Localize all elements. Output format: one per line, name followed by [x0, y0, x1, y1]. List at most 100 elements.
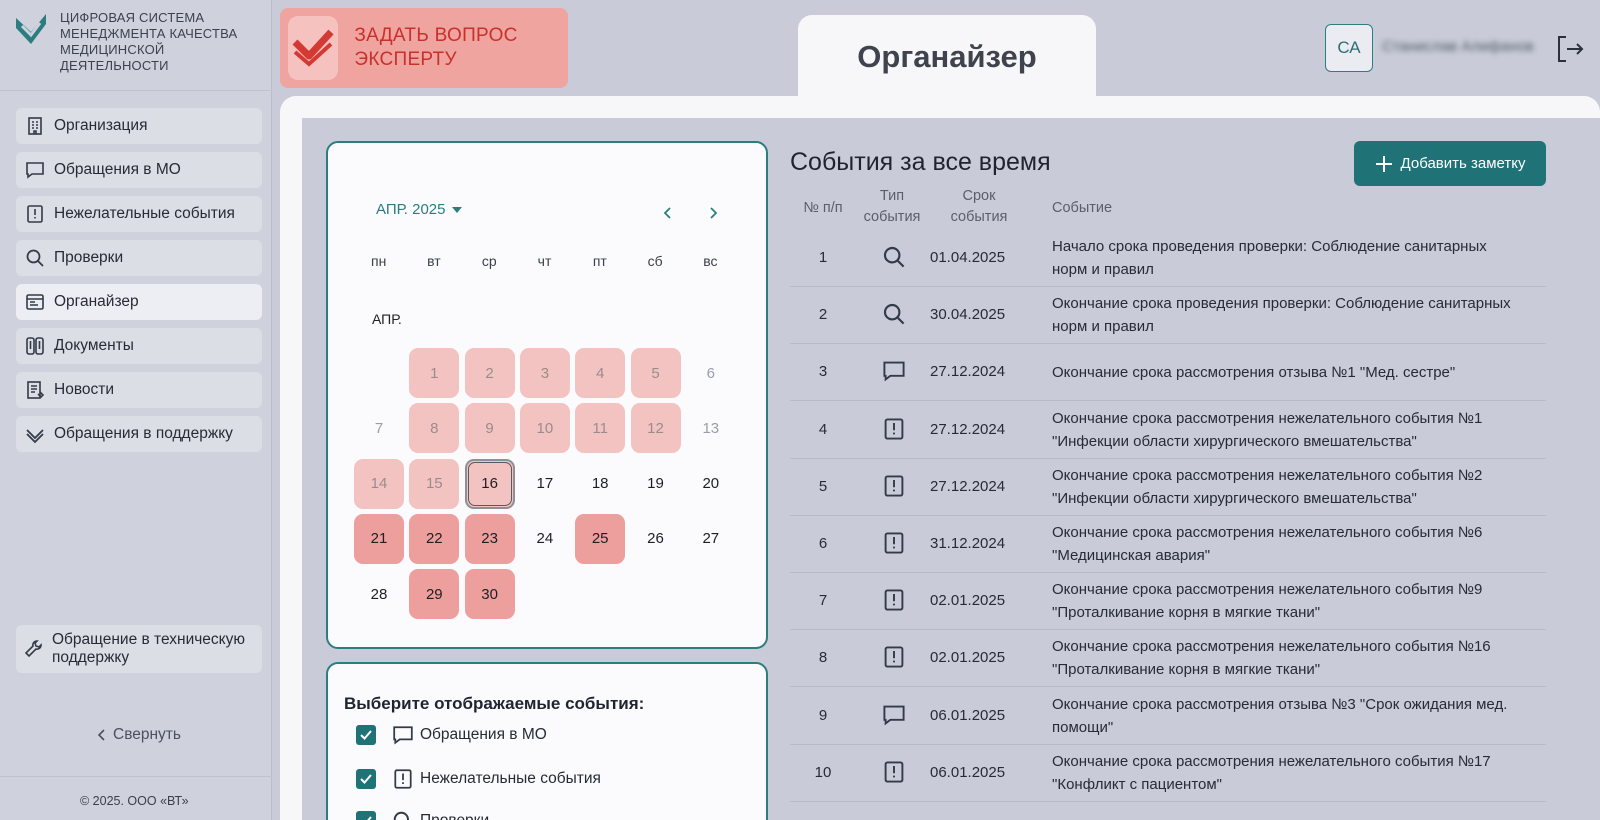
weekdays-row: пн вт ср чт пт сб вс: [351, 253, 738, 269]
calendar-day[interactable]: 8: [409, 403, 460, 454]
calendar-day[interactable]: 30: [464, 569, 515, 620]
prev-month-button[interactable]: [656, 201, 680, 225]
sidebar-item-label: Документы: [54, 337, 134, 354]
search-icon: [882, 245, 906, 269]
calendar-day[interactable]: 14: [354, 458, 404, 509]
next-month-button[interactable]: [701, 201, 725, 225]
column-header-event: Событие: [1052, 200, 1113, 216]
table-row[interactable]: 2 30.04.2025 Окончание срока проведения пр…: [790, 287, 1546, 345]
table-row[interactable]: 7 02.01.2025 Окончание срока рассмотрения …: [790, 573, 1546, 631]
calendar-day[interactable]: 10: [519, 403, 570, 454]
column-header-number: № п/п: [803, 200, 843, 216]
page-title: Органайзер: [798, 15, 1096, 99]
search-icon: [24, 247, 46, 269]
events-title: События за все время: [790, 148, 1051, 176]
table-row[interactable]: 8 02.01.2025 Окончание срока рассмотрения …: [790, 630, 1546, 688]
user-name[interactable]: Станислав Алифанов: [1382, 38, 1534, 55]
calendar-day[interactable]: 7: [354, 403, 404, 453]
chat-icon: [882, 359, 906, 383]
row-number: 4: [818, 420, 828, 438]
calendar-day[interactable]: 6: [686, 348, 736, 398]
row-event-text: Окончание срока рассмотрения нежелательн…: [1052, 752, 1491, 793]
table-row[interactable]: 3 27.12.2024 Окончание срока рассмотрения …: [790, 344, 1546, 402]
calendar-day[interactable]: 22: [409, 513, 460, 564]
ask-expert-button[interactable]: Задать вопрос эксперту: [280, 8, 568, 88]
sidebar-item-documents[interactable]: Документы: [16, 328, 262, 364]
calendar-day[interactable]: 27: [686, 514, 736, 564]
collapse-button[interactable]: Свернуть: [95, 726, 181, 744]
sidebar-item-inspections[interactable]: Проверки: [16, 240, 262, 276]
sidebar: Цифровая система менеджмента качества ме…: [0, 0, 272, 820]
search-icon: [882, 302, 906, 326]
calendar-day[interactable]: 15: [409, 458, 460, 509]
calendar-day[interactable]: 5: [630, 348, 681, 398]
calendar-day[interactable]: 17: [520, 459, 570, 509]
calendar-day[interactable]: 4: [575, 348, 626, 398]
table-row[interactable]: 10 06.01.2025 Окончание срока рассмотрения…: [790, 745, 1546, 802]
calendar-day[interactable]: 13: [686, 403, 736, 453]
table-row[interactable]: 9 06.01.2025 Окончание срока рассмотрения …: [790, 688, 1546, 745]
filter-option-adverse-events[interactable]: Нежелательные события: [356, 768, 601, 790]
calendar: АПР. 2025 пн вт ср чт пт сб вс АПР. 1234…: [326, 141, 768, 649]
calendar-day[interactable]: 9: [464, 403, 515, 454]
wrench-icon: [24, 639, 44, 659]
logout-icon[interactable]: [1554, 33, 1586, 65]
calendar-day[interactable]: 19: [631, 459, 681, 509]
row-event-text: Окончание срока рассмотрения отзыва №3 "…: [1052, 695, 1508, 736]
sidebar-item-organization[interactable]: Организация: [16, 108, 262, 144]
table-row[interactable]: 6 31.12.2024 Окончание срока рассмотрения …: [790, 516, 1546, 573]
add-note-button[interactable]: Добавить заметку: [1354, 141, 1546, 186]
sidebar-item-news[interactable]: Новости: [16, 372, 262, 408]
calendar-day[interactable]: 1: [409, 348, 460, 398]
logo[interactable]: Цифровая система менеджмента качества ме…: [12, 10, 245, 74]
table-row[interactable]: 5 27.12.2024 Окончание срока рассмотрения …: [790, 459, 1546, 516]
filter-option-appeals[interactable]: Обращения в МО: [356, 724, 547, 746]
row-event-text: Окончание срока проведения проверки: Соб…: [1052, 295, 1511, 336]
calendar-day[interactable]: 25: [575, 513, 626, 564]
calendar-day[interactable]: 18: [575, 459, 625, 509]
calendar-day[interactable]: 3: [519, 348, 570, 398]
plus-icon: [1375, 155, 1392, 172]
month-selector[interactable]: АПР. 2025: [376, 201, 462, 218]
organizer-icon: [24, 291, 46, 313]
calendar-day[interactable]: 2: [464, 348, 515, 398]
filter-option-label: Нежелательные события: [420, 770, 601, 787]
calendar-day[interactable]: 29: [409, 569, 460, 620]
weekday: чт: [537, 253, 552, 269]
sidebar-item-appeals[interactable]: Обращения в МО: [16, 152, 262, 188]
calendar-day[interactable]: 20: [686, 459, 736, 509]
weekday: сб: [647, 253, 663, 269]
logo-text: Цифровая система менеджмента качества ме…: [60, 10, 238, 73]
calendar-day[interactable]: 23: [464, 513, 515, 564]
calendar-day[interactable]: 21: [354, 513, 404, 564]
table-row[interactable]: 1 01.04.2025 Начало срока проведения прове…: [790, 230, 1546, 287]
row-number: 9: [818, 706, 828, 724]
sidebar-item-label: Нежелательные события: [54, 205, 235, 222]
news-icon: [24, 379, 46, 401]
avatar[interactable]: СА: [1325, 24, 1373, 72]
month-label: АПР.: [372, 311, 402, 327]
chevron-left-icon: [663, 207, 671, 219]
checkbox-checked[interactable]: [356, 725, 376, 745]
table-row[interactable]: 4 27.12.2024 Окончание срока рассмотрения …: [790, 402, 1546, 459]
filter-option-inspections[interactable]: Проверки: [356, 810, 489, 820]
calendar-day[interactable]: 11: [575, 403, 626, 454]
calendar-day[interactable]: 24: [520, 514, 570, 564]
calendar-day[interactable]: 12: [630, 403, 681, 454]
sidebar-item-support[interactable]: Обращения в поддержку: [16, 416, 262, 452]
calendar-day-today[interactable]: 16: [464, 458, 515, 509]
row-event-text: Начало срока проведения проверки: Соблюд…: [1052, 238, 1487, 278]
weekday: ср: [481, 253, 497, 269]
row-number: 6: [818, 535, 828, 552]
column-header-date: Срок события: [950, 188, 1008, 225]
checkbox-checked[interactable]: [356, 811, 376, 820]
tech-support-button[interactable]: Обращение в техническую поддержку: [16, 625, 262, 673]
sidebar-item-adverse-events[interactable]: Нежелательные события: [16, 196, 262, 232]
support-icon: [24, 423, 46, 445]
row-number: 5: [818, 477, 828, 495]
sidebar-item-organizer[interactable]: Органайзер: [16, 284, 262, 320]
checkbox-checked[interactable]: [356, 769, 376, 789]
row-date: 27.12.2024: [930, 420, 1006, 438]
calendar-day[interactable]: 26: [631, 514, 681, 564]
calendar-day[interactable]: 28: [354, 569, 404, 619]
